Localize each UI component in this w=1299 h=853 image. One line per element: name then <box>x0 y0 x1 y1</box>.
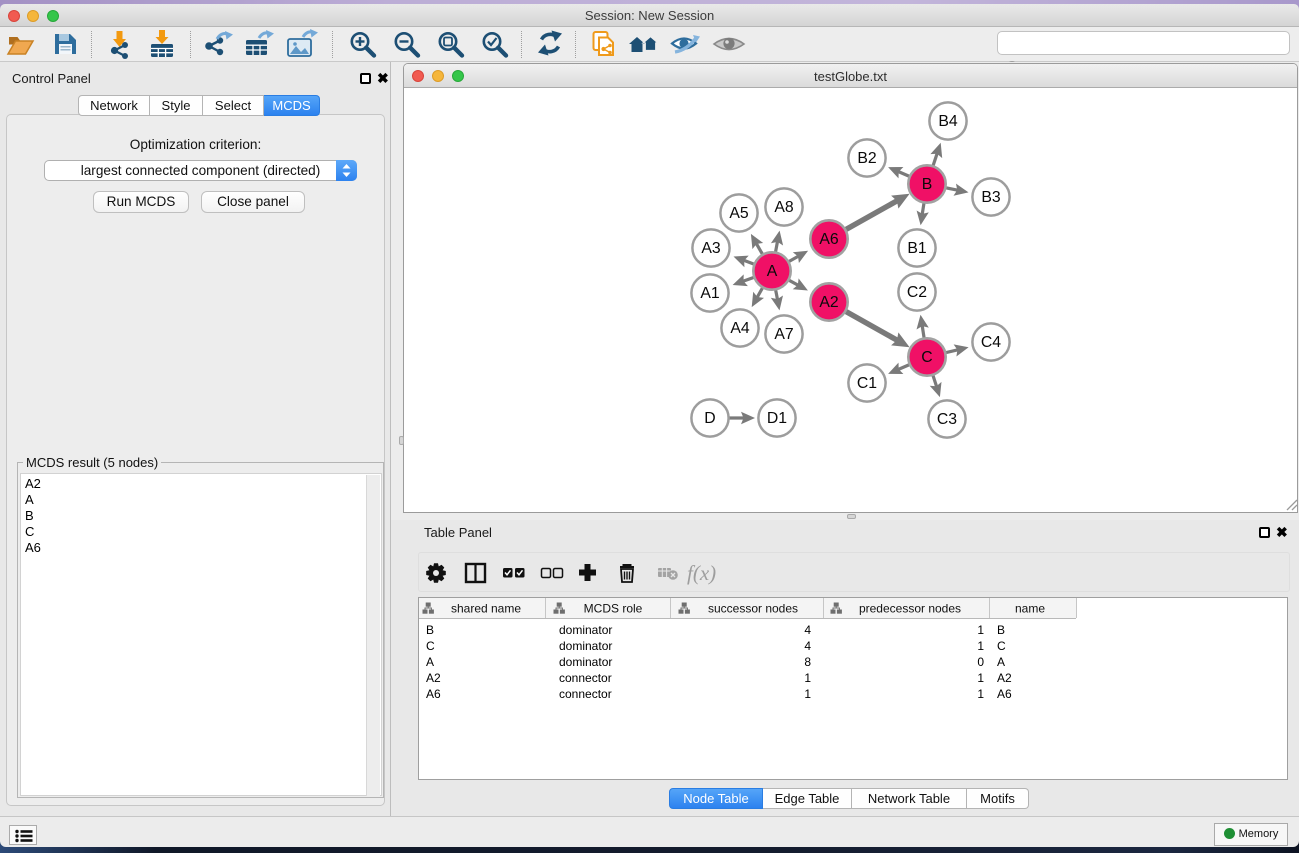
svg-text:4: 4 <box>804 639 811 653</box>
svg-text:C: C <box>921 349 932 366</box>
svg-text:A3: A3 <box>701 240 721 257</box>
svg-text:predecessor nodes: predecessor nodes <box>859 602 961 616</box>
svg-text:C3: C3 <box>937 411 957 428</box>
svg-text:f(x): f(x) <box>687 561 716 585</box>
svg-text:4: 4 <box>804 623 811 637</box>
svg-text:B: B <box>922 176 933 193</box>
svg-text:C4: C4 <box>981 334 1001 351</box>
svg-text:A6: A6 <box>426 687 441 701</box>
svg-text:1: 1 <box>977 623 984 637</box>
svg-text:A5: A5 <box>729 205 749 222</box>
svg-text:1: 1 <box>977 639 984 653</box>
svg-text:B: B <box>426 623 434 637</box>
svg-text:connector: connector <box>559 671 612 685</box>
svg-text:C: C <box>997 639 1006 653</box>
svg-text:dominator: dominator <box>559 623 612 637</box>
svg-text:C1: C1 <box>857 375 877 392</box>
svg-text:A7: A7 <box>774 326 793 343</box>
svg-text:A2: A2 <box>997 671 1012 685</box>
svg-text:dominator: dominator <box>559 639 612 653</box>
svg-text:MCDS role: MCDS role <box>584 602 643 616</box>
svg-text:B: B <box>997 623 1005 637</box>
svg-text:A4: A4 <box>730 320 750 337</box>
svg-text:1: 1 <box>804 687 811 701</box>
svg-text:A2: A2 <box>426 671 441 685</box>
svg-text:C: C <box>426 639 435 653</box>
svg-text:A6: A6 <box>819 231 839 248</box>
svg-text:B2: B2 <box>857 150 876 167</box>
svg-text:0: 0 <box>977 655 984 669</box>
svg-text:1: 1 <box>804 671 811 685</box>
svg-text:1: 1 <box>977 671 984 685</box>
svg-text:B4: B4 <box>938 113 958 130</box>
svg-text:D: D <box>704 410 715 427</box>
svg-text:8: 8 <box>804 655 811 669</box>
svg-text:A: A <box>767 263 778 280</box>
svg-text:B3: B3 <box>981 189 1001 206</box>
svg-text:connector: connector <box>559 687 612 701</box>
svg-text:B1: B1 <box>907 240 927 257</box>
svg-text:A: A <box>997 655 1005 669</box>
svg-text:A8: A8 <box>774 199 794 216</box>
svg-text:1: 1 <box>977 687 984 701</box>
svg-text:C2: C2 <box>907 284 927 301</box>
svg-text:A1: A1 <box>700 285 720 302</box>
svg-text:name: name <box>1015 602 1045 616</box>
svg-text:A6: A6 <box>997 687 1012 701</box>
svg-text:successor nodes: successor nodes <box>708 602 798 616</box>
svg-text:A2: A2 <box>819 294 838 311</box>
svg-text:dominator: dominator <box>559 655 612 669</box>
svg-text:shared name: shared name <box>451 602 521 616</box>
svg-text:A: A <box>426 655 434 669</box>
svg-text:D1: D1 <box>767 410 787 427</box>
